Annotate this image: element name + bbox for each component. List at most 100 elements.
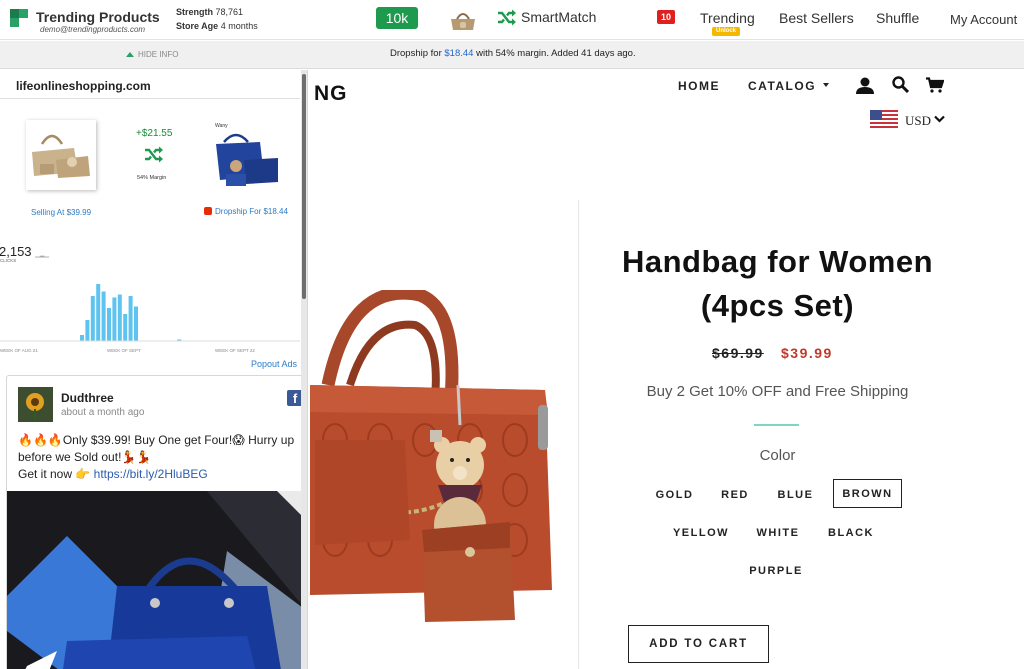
- trending-products-logo-icon[interactable]: [10, 9, 28, 27]
- strength-label: Strength: [176, 7, 213, 17]
- color-option-gold[interactable]: GOLD: [647, 480, 702, 508]
- popout-ads-link[interactable]: Popout Ads: [251, 359, 297, 369]
- chart-bar: [134, 306, 138, 341]
- chart-bar: [107, 308, 111, 341]
- x-tick-label: WEEK OF AUG 21: [0, 348, 38, 353]
- product-title: Handbag for Women (4pcs Set): [621, 244, 934, 323]
- clicks-count: 2,153 ▁▂▁: [0, 244, 49, 259]
- trending-link[interactable]: Trending: [700, 10, 755, 26]
- user-icon[interactable]: [856, 77, 874, 94]
- hide-info-label: HIDE INFO: [138, 50, 179, 59]
- cart-icon[interactable]: [926, 77, 944, 93]
- chart-bar: [90, 296, 95, 341]
- clicks-value: 2,153: [0, 244, 32, 259]
- chart-bar: [117, 294, 122, 341]
- store-age-label: Store Age: [176, 21, 219, 31]
- sale-price: $39.99: [781, 345, 833, 361]
- color-option-white[interactable]: WHITE: [748, 518, 808, 546]
- dropship-price: $18.44: [444, 48, 474, 59]
- add-to-cart-button[interactable]: ADD TO CART: [628, 625, 769, 663]
- color-option-brown[interactable]: BROWN: [833, 479, 902, 508]
- chart-bar: [96, 284, 101, 341]
- currency-selector[interactable]: USD: [905, 113, 931, 129]
- summary-prefix: Dropship for: [390, 48, 445, 59]
- chart-bar: [128, 296, 133, 341]
- ad-copy: 🔥🔥🔥Only $39.99! Buy One get Four!😱 Hurry…: [18, 432, 303, 483]
- promo-text: Buy 2 Get 10% OFF and Free Shipping: [646, 383, 909, 400]
- best-sellers-link[interactable]: Best Sellers: [779, 10, 854, 26]
- clicks-label: CLICKS: [0, 258, 17, 263]
- page-avatar[interactable]: [18, 387, 53, 422]
- strength-value: 78,761: [215, 7, 244, 17]
- shuffle-link[interactable]: Shuffle: [876, 10, 919, 26]
- accent-divider: [754, 424, 799, 426]
- store-logo[interactable]: NG: [314, 82, 348, 106]
- store-domain[interactable]: lifeonlineshopping.com: [16, 79, 151, 93]
- ad-posted-time: about a month ago: [61, 407, 145, 418]
- x-tick-label: WEEK OF SEPT 22: [215, 348, 255, 353]
- brand-name[interactable]: Trending Products: [36, 9, 160, 25]
- ad-cta-text: Get it now 👉: [18, 467, 94, 481]
- dropship-for-link[interactable]: Dropship For $18.44: [204, 207, 288, 216]
- hide-info-button[interactable]: HIDE INFO: [126, 50, 178, 59]
- margin-percent: 54% Margin: [137, 175, 167, 181]
- product-thumbnail-icon[interactable]: [448, 9, 478, 31]
- volume-badge[interactable]: 10k: [376, 7, 418, 29]
- color-option-purple[interactable]: PURPLE: [740, 556, 812, 584]
- extension-toolbar: Trending Products demo@trendingproducts.…: [0, 0, 1024, 40]
- supplier-brand: Wany: [215, 123, 228, 129]
- color-option-black[interactable]: BLACK: [820, 518, 882, 546]
- notification-badge[interactable]: 10: [657, 10, 675, 24]
- chevron-down-icon[interactable]: [934, 115, 945, 123]
- ad-creative-image[interactable]: [7, 491, 306, 669]
- dropship-summary: Dropship for $18.44 with 54% margin. Add…: [390, 48, 636, 59]
- ad-copy-cta: Get it now 👉 https://bit.ly/2HluBEG: [18, 466, 303, 483]
- ad-page-name[interactable]: Dudthree: [61, 391, 114, 405]
- color-option-red[interactable]: RED: [712, 480, 758, 508]
- my-account-link[interactable]: My Account: [950, 12, 1017, 27]
- color-option-blue[interactable]: BLUE: [768, 480, 823, 508]
- product-insights-panel: lifeonlineshopping.com +$21.55 54% Margi…: [0, 70, 308, 669]
- smartmatch-button[interactable]: SmartMatch: [497, 9, 597, 26]
- search-icon[interactable]: [892, 76, 909, 93]
- smartmatch-label: SmartMatch: [521, 9, 597, 25]
- chart-bar: [85, 320, 90, 341]
- aliexpress-icon: [204, 207, 212, 215]
- selling-product-image[interactable]: [26, 120, 96, 190]
- chevron-down-icon[interactable]: [823, 83, 829, 87]
- dropship-product-image[interactable]: [210, 120, 282, 190]
- panel-scrollbar[interactable]: [301, 70, 307, 669]
- selling-at-link[interactable]: Selling At $39.99: [31, 208, 91, 217]
- compare-at-price: $69.99: [712, 345, 764, 361]
- collapse-arrow-icon: [126, 52, 134, 57]
- x-tick-label: WEEK OF SEPT: [107, 348, 141, 353]
- chart-bar: [123, 314, 128, 341]
- account-email: demo@trendingproducts.com: [40, 25, 146, 34]
- mini-bars-icon: ▁▂▁: [35, 252, 50, 258]
- us-flag-icon[interactable]: [870, 110, 898, 128]
- divider: [0, 98, 300, 99]
- dropship-for-label: Dropship For $18.44: [215, 207, 288, 216]
- ad-copy-line: 🔥🔥🔥Only $39.99! Buy One get Four!😱 Hurry…: [18, 433, 295, 464]
- chart-bar: [112, 297, 117, 341]
- color-option-yellow[interactable]: YELLOW: [665, 518, 737, 546]
- shuffle-icon: [498, 9, 516, 26]
- ad-link[interactable]: https://bit.ly/2HluBEG: [94, 467, 208, 481]
- store-age: Store Age 4 months: [176, 21, 258, 31]
- vertical-divider: [578, 200, 579, 669]
- chart-bar: [80, 335, 84, 341]
- chart-bar: [101, 291, 106, 341]
- summary-suffix: with 54% margin. Added 41 days ago.: [473, 48, 636, 59]
- nav-home[interactable]: HOME: [678, 79, 720, 93]
- shuffle-icon: [145, 146, 163, 163]
- clicks-chart: WEEK OF AUG 21 WEEK OF SEPT WEEK OF SEPT…: [0, 284, 300, 353]
- store-age-value: 4 months: [220, 21, 258, 31]
- color-option-label: Color: [759, 447, 796, 464]
- product-image[interactable]: [310, 290, 565, 625]
- info-strip: HIDE INFO Dropship for $18.44 with 54% m…: [0, 41, 1024, 69]
- scrollbar-thumb[interactable]: [302, 74, 306, 299]
- nav-catalog[interactable]: CATALOG: [748, 79, 816, 93]
- store-strength: Strength 78,761: [176, 7, 243, 17]
- margin-amount: +$21.55: [136, 128, 173, 139]
- unlock-badge[interactable]: Unlock: [712, 27, 740, 36]
